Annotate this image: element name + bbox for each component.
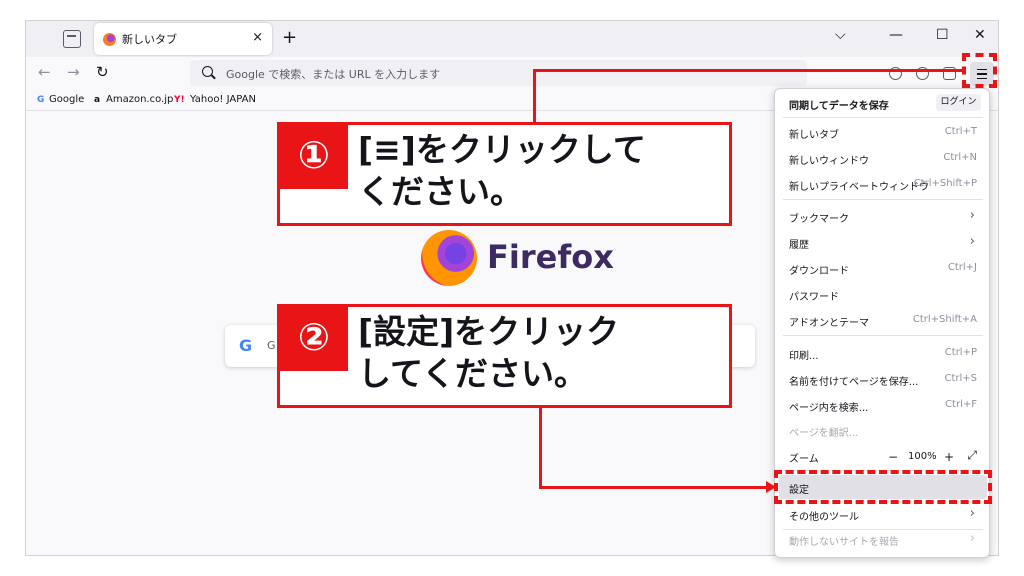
connector-line: [533, 69, 536, 123]
chevron-right-icon: ›: [969, 506, 975, 521]
menu-item-label: 動作しないサイトを報告: [789, 537, 899, 548]
menu-item-history[interactable]: 履歴 ›: [775, 234, 989, 252]
menu-item-label: パスワード: [789, 292, 839, 303]
bookmark-yahoo[interactable]: Y! Yahoo! JAPAN: [174, 94, 256, 105]
bookmark-label: Amazon.co.jp: [106, 94, 174, 105]
google-icon: G: [37, 95, 45, 105]
chevron-right-icon: ›: [969, 208, 975, 223]
bookmark-google[interactable]: G Google: [37, 94, 84, 105]
highlight-settings-item: [774, 470, 992, 504]
tab-title: 新しいタブ: [122, 33, 177, 46]
menu-item-label: ページを翻訳...: [789, 428, 859, 439]
menu-item-find-in-page[interactable]: ページ内を検索... Ctrl+F: [775, 399, 989, 415]
callout-step-2: ② [設定]をクリック してください。: [277, 304, 732, 408]
menu-item-new-private-window[interactable]: 新しいプライベートウィンドウ Ctrl+Shift+P: [775, 178, 989, 194]
menu-item-translate-page: ページを翻訳...: [775, 424, 989, 440]
menu-item-label: ズーム: [789, 454, 819, 465]
zoom-reset-button[interactable]: 100%: [908, 451, 937, 462]
highlight-menu-button: [962, 53, 997, 88]
navigation-toolbar: ← → ↻ Google で検索、または URL を入力します: [26, 57, 998, 91]
step-text: [設定]をクリック してください。: [358, 312, 620, 393]
back-icon[interactable]: ←: [38, 63, 51, 81]
reload-icon[interactable]: ↻: [96, 63, 109, 81]
google-icon: G: [239, 336, 253, 355]
menu-item-label: 履歴: [789, 240, 809, 251]
menu-item-label: 印刷...: [789, 351, 819, 362]
firefox-view-icon[interactable]: [63, 30, 81, 48]
callout-step-1: ① [≡]をクリックして ください。: [277, 122, 732, 226]
search-icon: [202, 66, 213, 77]
connector-line: [533, 69, 963, 72]
menu-item-bookmarks[interactable]: ブックマーク ›: [775, 208, 989, 226]
menu-item-shortcut: Ctrl+J: [947, 262, 977, 273]
menu-divider: [783, 529, 983, 530]
minimize-button[interactable]: —: [889, 27, 903, 43]
yahoo-icon: Y!: [174, 95, 185, 105]
maximize-button[interactable]: ☐: [936, 27, 949, 43]
menu-item-label: ブックマーク: [789, 214, 849, 225]
menu-item-passwords[interactable]: パスワード: [775, 288, 989, 304]
zoom-in-button[interactable]: +: [944, 450, 954, 464]
tab-bar: 新しいタブ × + ⌵ — ☐ ✕: [26, 21, 998, 57]
tab-new-tab[interactable]: 新しいタブ ×: [94, 23, 272, 55]
menu-item-label: 新しいウィンドウ: [789, 156, 869, 167]
list-all-tabs-icon[interactable]: ⌵: [835, 27, 846, 43]
chevron-right-icon: ›: [969, 531, 975, 546]
url-bar[interactable]: Google で検索、または URL を入力します: [190, 60, 807, 86]
menu-item-downloads[interactable]: ダウンロード Ctrl+J: [775, 262, 989, 278]
url-placeholder: Google で検索、または URL を入力します: [226, 68, 441, 81]
connector-line: [539, 405, 542, 489]
menu-item-shortcut: Ctrl+T: [944, 126, 977, 137]
menu-item-label: ページ内を検索...: [789, 403, 869, 414]
sync-label: 同期してデータを保存: [789, 101, 889, 112]
menu-item-label: その他のツール: [789, 512, 859, 523]
menu-item-shortcut: Ctrl+N: [943, 152, 977, 163]
menu-item-more-tools[interactable]: その他のツール ›: [775, 506, 989, 524]
menu-item-addons-themes[interactable]: アドオンとテーマ Ctrl+Shift+A: [775, 314, 989, 330]
menu-item-shortcut: Ctrl+F: [945, 399, 977, 410]
chevron-right-icon: ›: [969, 234, 975, 249]
bookmark-label: Yahoo! JAPAN: [190, 94, 256, 105]
menu-item-shortcut: Ctrl+P: [944, 347, 977, 358]
menu-item-label: アドオンとテーマ: [789, 318, 869, 329]
firefox-logo: Firefox: [421, 230, 614, 290]
step-number: ①: [280, 125, 348, 189]
amazon-icon: a: [94, 95, 101, 105]
zoom-out-button[interactable]: −: [888, 450, 898, 464]
tab-close-icon[interactable]: ×: [252, 30, 263, 45]
menu-item-new-tab[interactable]: 新しいタブ Ctrl+T: [775, 126, 989, 142]
forward-icon[interactable]: →: [67, 63, 80, 81]
bookmark-amazon[interactable]: a Amazon.co.jp: [94, 94, 173, 105]
arrow-head-icon: [766, 481, 776, 493]
firefox-logo-icon: [421, 230, 477, 286]
menu-item-label: ダウンロード: [789, 266, 849, 277]
connector-line: [539, 486, 767, 489]
search-placeholder: G: [267, 339, 276, 352]
menu-item-zoom: ズーム: [775, 449, 989, 467]
menu-divider: [783, 335, 983, 336]
firefox-favicon-icon: [103, 33, 116, 46]
new-tab-button[interactable]: +: [282, 27, 297, 48]
menu-divider: [783, 199, 983, 200]
close-window-button[interactable]: ✕: [974, 27, 986, 43]
menu-divider: [783, 117, 983, 118]
step-text: [≡]をクリックして ください。: [358, 130, 646, 211]
firefox-wordmark: Firefox: [487, 238, 614, 276]
menu-item-new-window[interactable]: 新しいウィンドウ Ctrl+N: [775, 152, 989, 168]
menu-item-label: 新しいプライベートウィンドウ: [789, 182, 929, 193]
menu-item-label: 名前を付けてページを保存...: [789, 377, 919, 388]
bookmark-label: Google: [49, 94, 85, 105]
menu-item-print[interactable]: 印刷... Ctrl+P: [775, 347, 989, 363]
login-button[interactable]: ログイン: [936, 94, 981, 111]
menu-item-save-page[interactable]: 名前を付けてページを保存... Ctrl+S: [775, 373, 989, 389]
menu-item-shortcut: Ctrl+Shift+A: [912, 314, 977, 325]
menu-item-label: 新しいタブ: [789, 130, 839, 141]
menu-item-report-broken-site: 動作しないサイトを報告 ›: [775, 531, 989, 549]
step-number: ②: [280, 307, 348, 371]
menu-item-shortcut: Ctrl+Shift+P: [913, 178, 977, 189]
menu-item-shortcut: Ctrl+S: [944, 373, 977, 384]
fullscreen-icon[interactable]: ⤢: [967, 448, 977, 463]
